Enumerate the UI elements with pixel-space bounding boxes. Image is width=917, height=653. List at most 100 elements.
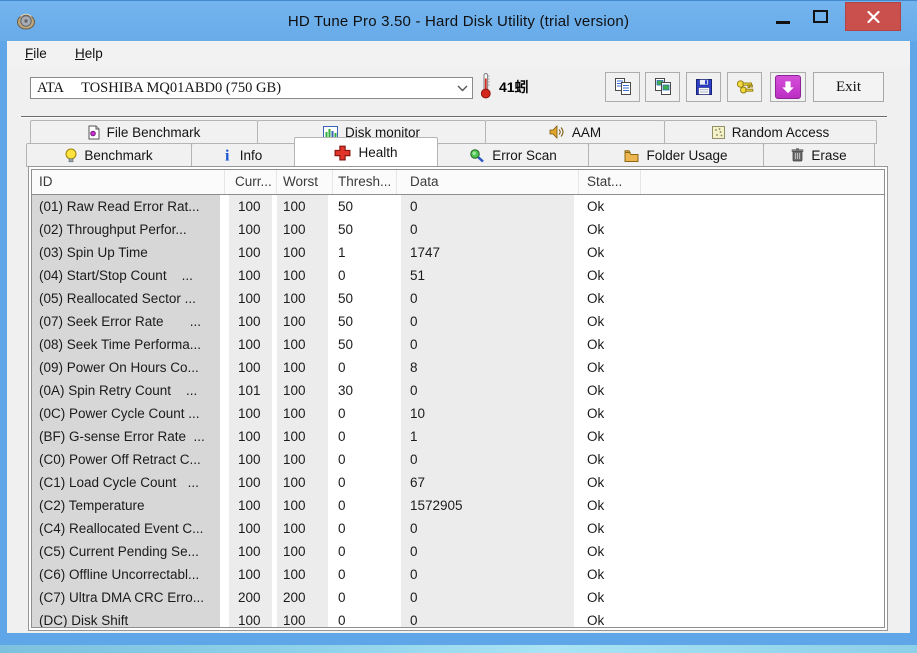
column-header-data[interactable]: Data (397, 170, 579, 194)
cell-data: 0 (397, 195, 579, 218)
table-row[interactable]: (C1) Load Cycle Count ... 100 100 0 67 O… (32, 471, 884, 494)
trash-icon (791, 148, 804, 162)
temperature-readout: 41蚓 (499, 79, 529, 95)
cell-data: 0 (397, 586, 579, 609)
table-row[interactable]: (C7) Ultra DMA CRC Erro... 200 200 0 0 O… (32, 586, 884, 609)
cell-status: Ok (587, 567, 605, 582)
tab-aam[interactable]: AAM (485, 120, 665, 144)
cell-threshold: 50 (338, 222, 354, 237)
svg-text:i: i (225, 148, 230, 164)
copy-image-button[interactable] (645, 72, 680, 102)
smart-attributes-table: ID Curr... Worst Thresh... Data Stat... … (31, 169, 885, 628)
cell-threshold: 0 (338, 498, 346, 513)
close-button[interactable] (845, 2, 901, 31)
cell-current: 100 (225, 471, 277, 494)
cell-current: 100 (225, 402, 277, 425)
drive-select-dropdown[interactable]: ATA TOSHIBA MQ01ABD0 (750 GB) (30, 77, 473, 99)
close-icon (866, 10, 880, 23)
cell-status: Ok (587, 429, 605, 444)
cell-threshold: 1 (338, 245, 346, 260)
table-row[interactable]: (C4) Reallocated Event C... 100 100 0 0 … (32, 517, 884, 540)
table-row[interactable]: (BF) G-sense Error Rate ... 100 100 0 1 … (32, 425, 884, 448)
tab-error-scan[interactable]: Error Scan (437, 143, 589, 167)
cell-data: 0 (397, 609, 579, 627)
cell-threshold: 50 (338, 291, 354, 306)
column-header-id[interactable]: ID (32, 170, 225, 194)
minimize-button[interactable] (766, 1, 800, 31)
table-row[interactable]: (0A) Spin Retry Count ... 101 100 30 0 O… (32, 379, 884, 402)
cell-data: 8 (397, 356, 579, 379)
cell-filler (641, 471, 884, 494)
cell-data: 0 (397, 310, 579, 333)
cell-id: (01) Raw Read Error Rat... (32, 195, 225, 218)
table-row[interactable]: (C6) Offline Uncorrectabl... 100 100 0 0… (32, 563, 884, 586)
lightbulb-icon (65, 148, 77, 163)
copy-text-button[interactable] (605, 72, 640, 102)
cell-current: 100 (225, 356, 277, 379)
table-row[interactable]: (C0) Power Off Retract C... 100 100 0 0 … (32, 448, 884, 471)
options-button[interactable] (727, 72, 762, 102)
table-row[interactable]: (05) Reallocated Sector ... 100 100 50 0… (32, 287, 884, 310)
table-row[interactable]: (03) Spin Up Time 100 100 1 1747 Ok (32, 241, 884, 264)
tab-label: AAM (571, 124, 602, 140)
maximize-button[interactable] (802, 1, 838, 31)
table-row[interactable]: (C2) Temperature 100 100 0 1572905 Ok (32, 494, 884, 517)
tab-benchmark[interactable]: Benchmark (26, 143, 192, 167)
cell-worst: 100 (277, 563, 333, 586)
tab-erase[interactable]: Erase (763, 143, 875, 167)
column-header-threshold[interactable]: Thresh... (333, 170, 397, 194)
column-header-current[interactable]: Curr... (225, 170, 277, 194)
exit-button[interactable]: Exit (813, 72, 884, 102)
table-row[interactable]: (0C) Power Cycle Count ... 100 100 0 10 … (32, 402, 884, 425)
table-row[interactable]: (C5) Current Pending Se... 100 100 0 0 O… (32, 540, 884, 563)
cell-data: 67 (397, 471, 579, 494)
cell-id: (C1) Load Cycle Count ... (32, 471, 225, 494)
cell-data: 1 (397, 425, 579, 448)
menu-help[interactable]: Help (69, 41, 109, 67)
save-button[interactable] (686, 72, 721, 102)
table-row[interactable]: (DC) Disk Shift 100 100 0 0 Ok (32, 609, 884, 627)
table-row[interactable]: (09) Power On Hours Co... 100 100 0 8 Ok (32, 356, 884, 379)
tab-info[interactable]: i Info (191, 143, 295, 167)
cell-filler (641, 241, 884, 264)
cell-status: Ok (587, 268, 605, 283)
cell-current: 100 (225, 333, 277, 356)
table-row[interactable]: (01) Raw Read Error Rat... 100 100 50 0 … (32, 195, 884, 218)
cell-status: Ok (587, 245, 605, 260)
cell-threshold: 0 (338, 429, 346, 444)
desktop-background (0, 644, 917, 653)
cell-current: 100 (225, 310, 277, 333)
column-header-status[interactable]: Stat... (579, 170, 641, 194)
cell-worst: 100 (277, 402, 333, 425)
cell-worst: 100 (277, 517, 333, 540)
column-header-worst[interactable]: Worst (277, 170, 333, 194)
table-row[interactable]: (07) Seek Error Rate ... 100 100 50 0 Ok (32, 310, 884, 333)
tab-file-benchmark[interactable]: File Benchmark (30, 120, 258, 144)
menu-file[interactable]: File (19, 41, 53, 67)
cell-threshold: 50 (338, 199, 354, 214)
cell-worst: 100 (277, 425, 333, 448)
cell-id: (05) Reallocated Sector ... (32, 287, 225, 310)
tab-random-access[interactable]: Random Access (664, 120, 877, 144)
cell-id: (09) Power On Hours Co... (32, 356, 225, 379)
cell-current: 100 (225, 563, 277, 586)
cell-id: (03) Spin Up Time (32, 241, 225, 264)
table-body: (01) Raw Read Error Rat... 100 100 50 0 … (32, 195, 884, 627)
table-row[interactable]: (04) Start/Stop Count ... 100 100 0 51 O… (32, 264, 884, 287)
cell-id: (BF) G-sense Error Rate ... (32, 425, 225, 448)
update-icon (775, 75, 801, 99)
cell-data: 1572905 (397, 494, 579, 517)
app-window: HD Tune Pro 3.50 - Hard Disk Utility (tr… (0, 0, 917, 645)
tab-folder-usage[interactable]: Folder Usage (588, 143, 764, 167)
table-row[interactable]: (08) Seek Time Performa... 100 100 50 0 … (32, 333, 884, 356)
cell-worst: 100 (277, 264, 333, 287)
cell-id: (C2) Temperature (32, 494, 225, 517)
table-row[interactable]: (02) Throughput Perfor... 100 100 50 0 O… (32, 218, 884, 241)
cell-status: Ok (587, 590, 605, 605)
update-button[interactable] (770, 72, 806, 102)
tab-label: Info (239, 147, 263, 163)
tab-health[interactable]: Health (294, 137, 438, 167)
tab-label: Health (358, 145, 398, 160)
cell-worst: 100 (277, 310, 333, 333)
folder-icon (624, 149, 639, 162)
